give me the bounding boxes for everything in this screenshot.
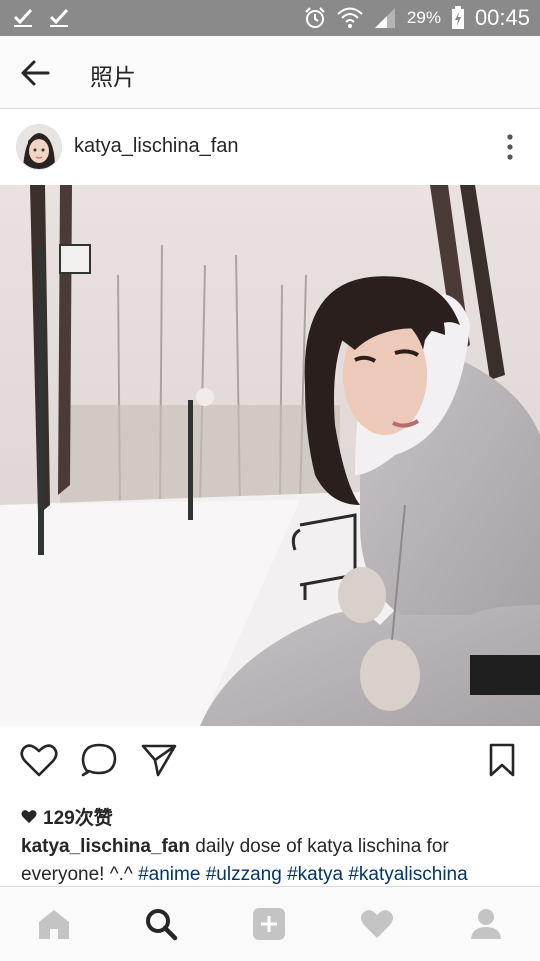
hashtag-link[interactable]: #katya [287,864,343,885]
hashtag-link[interactable]: #ulzzang [206,864,282,885]
arrow-left-icon[interactable] [20,58,50,88]
home-icon[interactable] [37,907,71,941]
check-icon [13,8,33,27]
post-actions [0,726,540,796]
post-header: katya_lischina_fan [0,109,540,185]
bookmark-icon[interactable] [488,742,516,778]
heart-icon[interactable] [20,742,58,778]
caption-username[interactable]: katya_lischina_fan [21,836,190,857]
top-bar: 照片 [0,36,540,109]
alarm-icon [305,7,325,28]
more-vertical-icon[interactable] [506,133,514,161]
hashtag-link[interactable]: #katyalischina [348,864,467,885]
battery-percent: 29% [406,8,441,27]
likes-label: 129次赞 [43,808,113,829]
heart-filled-icon [21,810,37,824]
battery-charging-icon [451,6,464,29]
avatar[interactable] [16,124,62,170]
page-title: 照片 [90,64,136,90]
status-bar: 29% 00:45 [0,0,540,36]
hashtag-link[interactable]: #anime [138,864,200,885]
share-icon[interactable] [140,742,178,778]
add-icon[interactable] [252,907,286,941]
profile-icon[interactable] [469,907,503,941]
clock: 00:45 [474,5,530,30]
post-caption: katya_lischina_fan daily dose of katya l… [21,833,526,889]
activity-heart-icon[interactable] [360,907,394,941]
likes-count[interactable]: 129次赞 [21,803,113,830]
post-photo[interactable] [0,185,540,726]
bottom-nav [0,886,540,961]
signal-icon [374,8,395,28]
comment-icon[interactable] [80,742,118,778]
check-icon [49,8,69,27]
wifi-icon [337,7,363,28]
post-username[interactable]: katya_lischina_fan [74,135,239,158]
search-icon[interactable] [144,907,178,941]
